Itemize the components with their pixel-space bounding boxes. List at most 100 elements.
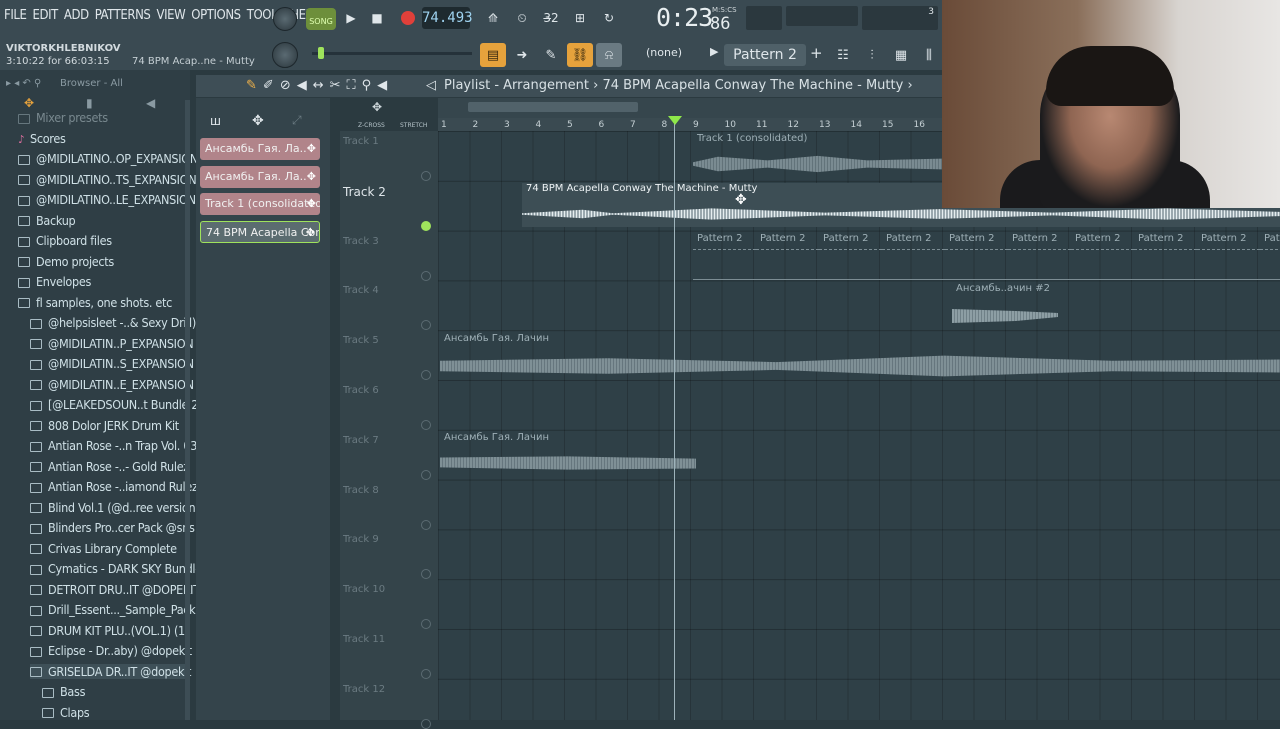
- browser-item[interactable]: Claps: [42, 705, 90, 720]
- zcross-label[interactable]: Z-CROSS: [358, 122, 385, 129]
- menu-add[interactable]: ADD: [64, 8, 89, 23]
- channel-item[interactable]: Ансамбь Гая. Ла.. ✥: [200, 138, 320, 160]
- countdown-button[interactable]: 3̶2: [538, 7, 564, 29]
- browser-scrollbar[interactable]: [185, 100, 190, 720]
- snap-forward-button[interactable]: ➜: [509, 43, 535, 67]
- browser-item[interactable]: @MIDILATIN..P_EXPANSION: [30, 336, 194, 351]
- browser-item[interactable]: Mixer presets: [18, 110, 108, 125]
- channel-drag-icon[interactable]: ✥: [306, 222, 315, 242]
- track-label[interactable]: Track 1: [343, 136, 379, 147]
- add-pattern-button[interactable]: +: [810, 44, 823, 62]
- browser-item[interactable]: @helpsisleet -..& Sexy Drill): [30, 315, 196, 330]
- browser-item[interactable]: Clipboard files: [18, 233, 112, 248]
- pattern-clip[interactable]: Pattern 2: [945, 233, 1008, 281]
- browser-item[interactable]: @MIDILATINO..TS_EXPANSION: [18, 172, 197, 187]
- playback-icon[interactable]: ◀: [377, 78, 387, 93]
- browser-item[interactable]: Crivas Library Complete: [30, 541, 177, 556]
- pencil-icon[interactable]: ✎: [246, 78, 257, 93]
- zoom-icon[interactable]: ⚲: [362, 78, 372, 93]
- menu-file[interactable]: FILE: [4, 8, 27, 23]
- delete-icon[interactable]: ⊘: [280, 78, 291, 93]
- tempo-display[interactable]: 74.493: [422, 7, 473, 29]
- track-mute-dot[interactable]: [421, 420, 431, 430]
- menu-view[interactable]: VIEW: [156, 8, 185, 23]
- browser-item[interactable]: Antian Rose -..n Trap Vol. 03: [30, 438, 197, 453]
- scroll-thumb[interactable]: [468, 102, 638, 112]
- position-slider[interactable]: [312, 47, 472, 59]
- track-label[interactable]: Track 12: [343, 684, 385, 695]
- timeline-ruler[interactable]: 1 2 3 4 5 6 7 8 9 10 11 12 13 14 15 16: [438, 118, 942, 131]
- loop-record-button[interactable]: ↻: [596, 7, 622, 29]
- pattern-selector[interactable]: Pattern 2: [724, 44, 806, 66]
- playlist-window-button[interactable]: ▤: [480, 43, 506, 67]
- master-volume-knob[interactable]: [273, 7, 297, 31]
- master-pitch-knob[interactable]: [272, 42, 298, 68]
- stretch-label[interactable]: STRETCH: [400, 122, 427, 129]
- track-mute-dot[interactable]: [421, 270, 431, 281]
- pattern-picker-icon[interactable]: ш: [210, 114, 221, 128]
- browser-item[interactable]: Blinders Pro..cer Pack @sns: [30, 520, 195, 535]
- automation-picker-icon[interactable]: ⤢: [292, 113, 302, 128]
- browser-item[interactable]: @MIDILATINO..OP_EXPANSION: [18, 151, 198, 166]
- audio-picker-icon[interactable]: ✥: [252, 113, 264, 129]
- pattern-clip[interactable]: Pattern 2: [1071, 233, 1134, 281]
- clip-track5[interactable]: Ансамбь Гая. Лачин: [440, 333, 1280, 383]
- browser-all-icon[interactable]: ✥: [24, 96, 34, 110]
- channel-item[interactable]: Track 1 (consolidated) ✥: [200, 193, 320, 215]
- pattern-clip[interactable]: Pattern 2: [756, 233, 819, 281]
- track-label[interactable]: Track 5: [343, 335, 379, 346]
- browser-item[interactable]: Cymatics - DARK SKY Bundle: [30, 561, 202, 576]
- playhead-marker[interactable]: [668, 116, 682, 125]
- stop-button[interactable]: ■: [364, 7, 390, 29]
- track-label[interactable]: Track 4: [343, 285, 379, 296]
- clip-track4[interactable]: Ансамбь..ачин #2: [952, 283, 1058, 329]
- browser-item[interactable]: @MIDILATIN..E_EXPANSION: [30, 377, 194, 392]
- browser-item[interactable]: Drill_Essent..._Sample_Pack: [30, 602, 196, 617]
- browser-item[interactable]: 808 Dolor JERK Drum Kit: [30, 418, 179, 433]
- menu-options[interactable]: OPTIONS: [191, 8, 241, 23]
- pattern-clip[interactable]: Pattern 2: [819, 233, 882, 281]
- pattern-mode-icon[interactable]: ✥: [372, 100, 382, 114]
- browser-nav-arrows[interactable]: ▸ ◂ ↶ ⚲: [6, 78, 41, 89]
- browser-item[interactable]: fl samples, one shots. etc: [18, 295, 172, 310]
- mixer-button[interactable]: ☷: [830, 43, 856, 67]
- track-label[interactable]: Track 7: [343, 435, 379, 446]
- browser-item[interactable]: Demo projects: [18, 254, 114, 269]
- typing-keyboard-button[interactable]: ⍾: [596, 43, 622, 67]
- speaker-icon[interactable]: ◁: [426, 78, 436, 93]
- track-label[interactable]: Track 8: [343, 485, 379, 496]
- browser-item[interactable]: Antian Rose -..- Gold Rulez: [30, 459, 189, 474]
- browser-item[interactable]: DETROIT DRU..IT @DOPEKIT: [30, 582, 200, 597]
- metronome-button[interactable]: ⟰: [480, 7, 506, 29]
- track-mute-dot[interactable]: [421, 221, 431, 231]
- track-mute-dot[interactable]: [421, 519, 431, 530]
- browser-item[interactable]: @MIDILATINO..LE_EXPANSION: [18, 192, 196, 207]
- browser-item[interactable]: Backup: [18, 213, 76, 228]
- play-button[interactable]: ▶: [338, 7, 364, 29]
- browser-item[interactable]: Envelopes: [18, 274, 91, 289]
- clip-track7[interactable]: Ансамбь Гая. Лачин: [440, 432, 696, 478]
- browser-files-icon[interactable]: ▮: [86, 96, 93, 110]
- pattern-clip[interactable]: Pattern 2: [1008, 233, 1071, 281]
- song-mode-button[interactable]: SONG: [306, 8, 336, 30]
- track-mute-dot[interactable]: [421, 469, 431, 480]
- channel-drag-icon[interactable]: ✥: [307, 193, 316, 215]
- channel-drag-icon[interactable]: ✥: [307, 138, 316, 160]
- channel-item[interactable]: 74 BPM Acapella Con.. ✥: [200, 220, 320, 243]
- track-mute-dot[interactable]: [421, 669, 431, 679]
- channel-item[interactable]: Ансамбь Гая. Ла.. ✥: [200, 165, 320, 188]
- pattern-clip[interactable]: Pattern 2: [882, 233, 945, 281]
- pattern-prev-arrow[interactable]: ▶: [710, 45, 718, 58]
- link-button[interactable]: ⛓: [567, 43, 593, 67]
- browser-button[interactable]: ⫼: [916, 43, 942, 67]
- track-label[interactable]: Track 3: [343, 236, 379, 247]
- time-scrollbar[interactable]: [438, 98, 942, 118]
- menu-edit[interactable]: EDIT: [32, 8, 58, 23]
- track-label[interactable]: Track 11: [343, 634, 385, 645]
- piano-roll-button[interactable]: ▦: [888, 43, 914, 67]
- browser-item[interactable]: Bass: [42, 684, 85, 699]
- channel-drag-icon[interactable]: ✥: [307, 166, 316, 188]
- record-button[interactable]: [395, 7, 421, 29]
- browser-item[interactable]: Eclipse - Dr..aby) @dopekit: [30, 643, 192, 658]
- channel-rack-button[interactable]: ⫶: [859, 43, 885, 67]
